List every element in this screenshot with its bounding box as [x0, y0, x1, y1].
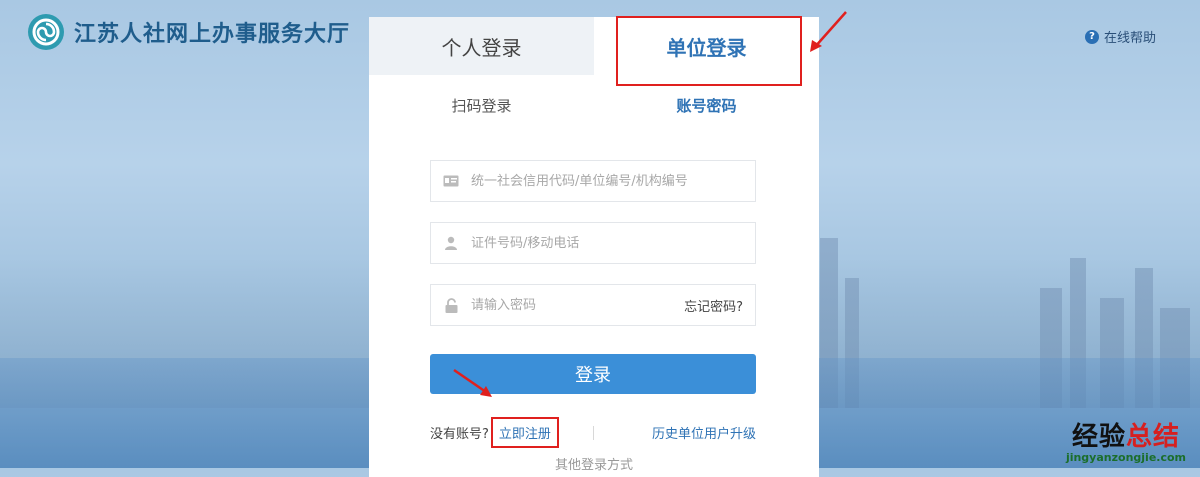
watermark-text: 经验 [1071, 422, 1126, 452]
question-circle-icon: ? [1085, 29, 1099, 44]
password-input[interactable] [469, 296, 685, 314]
tab-password-login[interactable]: 账号密码 [594, 95, 819, 116]
highlight-box [616, 16, 802, 86]
site-logo[interactable]: 江苏人社网上办事服务大厅 [28, 14, 350, 50]
watermark-logo: 经验总结 jingyanzongjie.com [1066, 416, 1186, 464]
user-icon [443, 235, 459, 251]
watermark-text-red: 总结 [1125, 422, 1180, 452]
online-help-link[interactable]: ? 在线帮助 [1085, 27, 1156, 46]
id-card-icon [443, 173, 459, 189]
org-code-field [430, 160, 756, 202]
divider [592, 425, 594, 440]
id-input[interactable] [469, 234, 755, 252]
no-account-label: 没有账号? [430, 427, 489, 442]
legacy-upgrade-link[interactable]: 历史单位用户升级 [652, 423, 756, 442]
register-row: 没有账号? 立即注册 历史单位用户升级 [430, 417, 756, 448]
site-title: 江苏人社网上办事服务大厅 [74, 21, 351, 47]
logo-swirl-icon [28, 14, 64, 50]
login-panel: 个人登录 单位登录 扫码登录 账号密码 忘记密码? 登录 没有账号? 立即注册 … [369, 17, 819, 477]
register-link[interactable]: 立即注册 [490, 417, 559, 448]
id-field [430, 222, 756, 264]
watermark-url: jingyanzongjie.com [1065, 451, 1186, 464]
org-code-input[interactable] [469, 172, 755, 190]
forgot-password-link[interactable]: 忘记密码? [684, 296, 743, 315]
password-field: 忘记密码? [430, 284, 756, 326]
lock-icon [443, 297, 459, 313]
red-arrow-icon [453, 368, 492, 397]
other-login-methods[interactable]: 其他登录方式 [369, 454, 819, 473]
tab-personal-login[interactable]: 个人登录 [369, 17, 594, 75]
tab-qr-login[interactable]: 扫码登录 [369, 95, 594, 116]
red-arrow-icon [810, 11, 847, 52]
help-label: 在线帮助 [1104, 31, 1157, 46]
